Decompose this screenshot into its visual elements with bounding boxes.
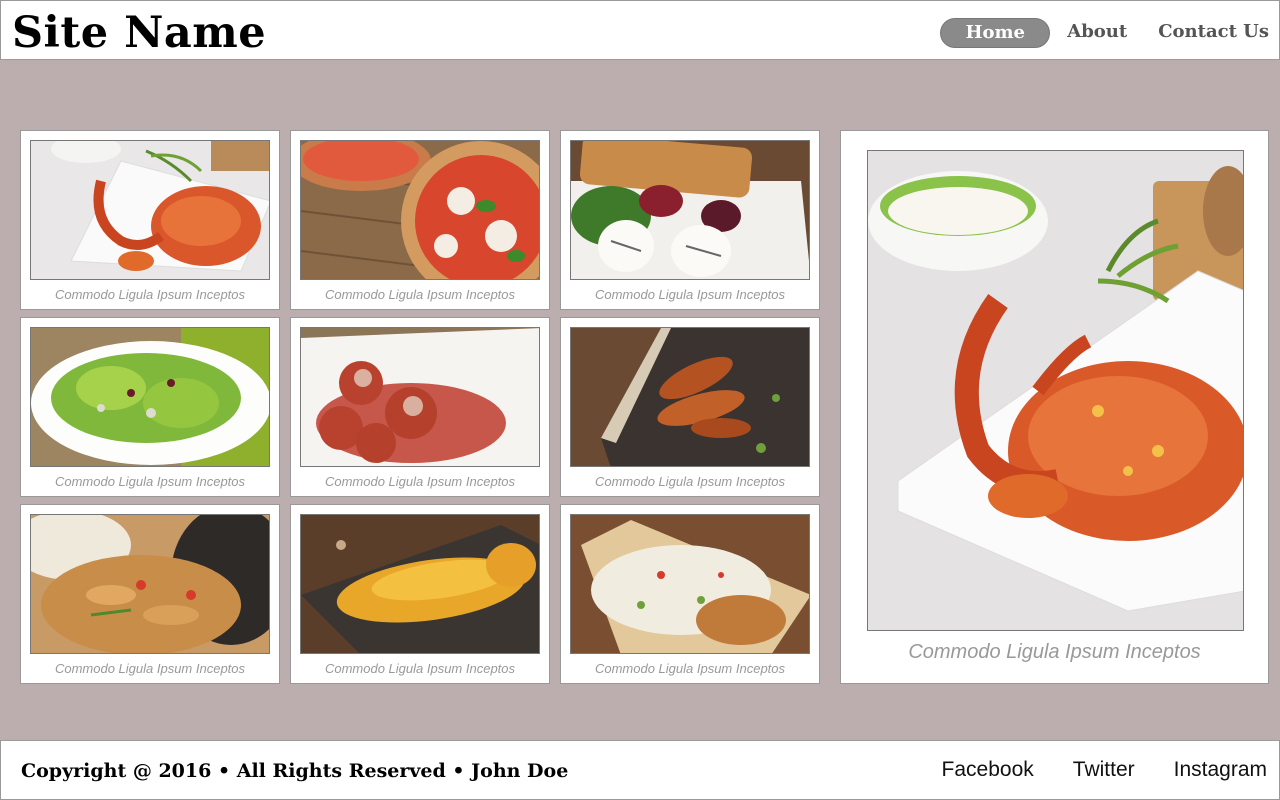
- cheese-casserole-thumbnail[interactable]: [300, 514, 540, 654]
- site-header: Site Name Home About Contact Us: [0, 0, 1280, 60]
- gallery-card[interactable]: Commodo Ligula Ipsum Inceptos: [560, 130, 820, 310]
- gallery-caption: Commodo Ligula Ipsum Inceptos: [594, 474, 786, 489]
- gallery-card[interactable]: Commodo Ligula Ipsum Inceptos: [290, 317, 550, 497]
- gallery-caption: Commodo Ligula Ipsum Inceptos: [324, 661, 516, 676]
- gallery-caption: Commodo Ligula Ipsum Inceptos: [324, 287, 516, 302]
- gallery-card[interactable]: Commodo Ligula Ipsum Inceptos: [290, 130, 550, 310]
- gallery-card[interactable]: Commodo Ligula Ipsum Inceptos: [290, 504, 550, 684]
- featured-caption: Commodo Ligula Ipsum Inceptos: [908, 641, 1201, 663]
- meatballs-thumbnail[interactable]: [300, 327, 540, 467]
- gallery-caption: Commodo Ligula Ipsum Inceptos: [54, 661, 246, 676]
- chicken-stir-fry-thumbnail[interactable]: [30, 514, 270, 654]
- grilled-shrimp-thumbnail[interactable]: [570, 327, 810, 467]
- gallery-grid: Commodo Ligula Ipsum Inceptos Commodo Li…: [20, 130, 820, 684]
- fried-rice-thumbnail[interactable]: [570, 514, 810, 654]
- gallery-caption: Commodo Ligula Ipsum Inceptos: [324, 474, 516, 489]
- site-name-logo[interactable]: Site Name: [12, 5, 266, 61]
- featured-crab-image[interactable]: [867, 150, 1244, 631]
- gallery-caption: Commodo Ligula Ipsum Inceptos: [54, 287, 246, 302]
- twitter-link[interactable]: Twitter: [1073, 758, 1135, 782]
- social-links: Facebook Twitter Instagram: [903, 758, 1267, 782]
- gallery-card[interactable]: Commodo Ligula Ipsum Inceptos: [20, 504, 280, 684]
- main-nav: Home About Contact Us: [940, 18, 1269, 48]
- instagram-link[interactable]: Instagram: [1174, 758, 1267, 782]
- copyright-text: Copyright @ 2016 • All Rights Reserved •…: [21, 760, 569, 782]
- gallery-card[interactable]: Commodo Ligula Ipsum Inceptos: [560, 504, 820, 684]
- green-salad-thumbnail[interactable]: [30, 327, 270, 467]
- crab-dish-thumbnail[interactable]: [30, 140, 270, 280]
- nav-home-link[interactable]: Home: [940, 18, 1051, 48]
- gallery-caption: Commodo Ligula Ipsum Inceptos: [54, 474, 246, 489]
- nav-contact-link[interactable]: Contact Us: [1158, 18, 1269, 48]
- gallery-card[interactable]: Commodo Ligula Ipsum Inceptos: [560, 317, 820, 497]
- pizza-thumbnail[interactable]: [300, 140, 540, 280]
- site-footer: Copyright @ 2016 • All Rights Reserved •…: [0, 740, 1280, 800]
- gallery-caption: Commodo Ligula Ipsum Inceptos: [594, 661, 786, 676]
- gallery-card[interactable]: Commodo Ligula Ipsum Inceptos: [20, 130, 280, 310]
- burrata-salad-thumbnail[interactable]: [570, 140, 810, 280]
- featured-panel: Commodo Ligula Ipsum Inceptos: [840, 130, 1269, 684]
- facebook-link[interactable]: Facebook: [942, 758, 1034, 782]
- gallery-card[interactable]: Commodo Ligula Ipsum Inceptos: [20, 317, 280, 497]
- nav-about-link[interactable]: About: [1067, 18, 1127, 48]
- gallery-caption: Commodo Ligula Ipsum Inceptos: [594, 287, 786, 302]
